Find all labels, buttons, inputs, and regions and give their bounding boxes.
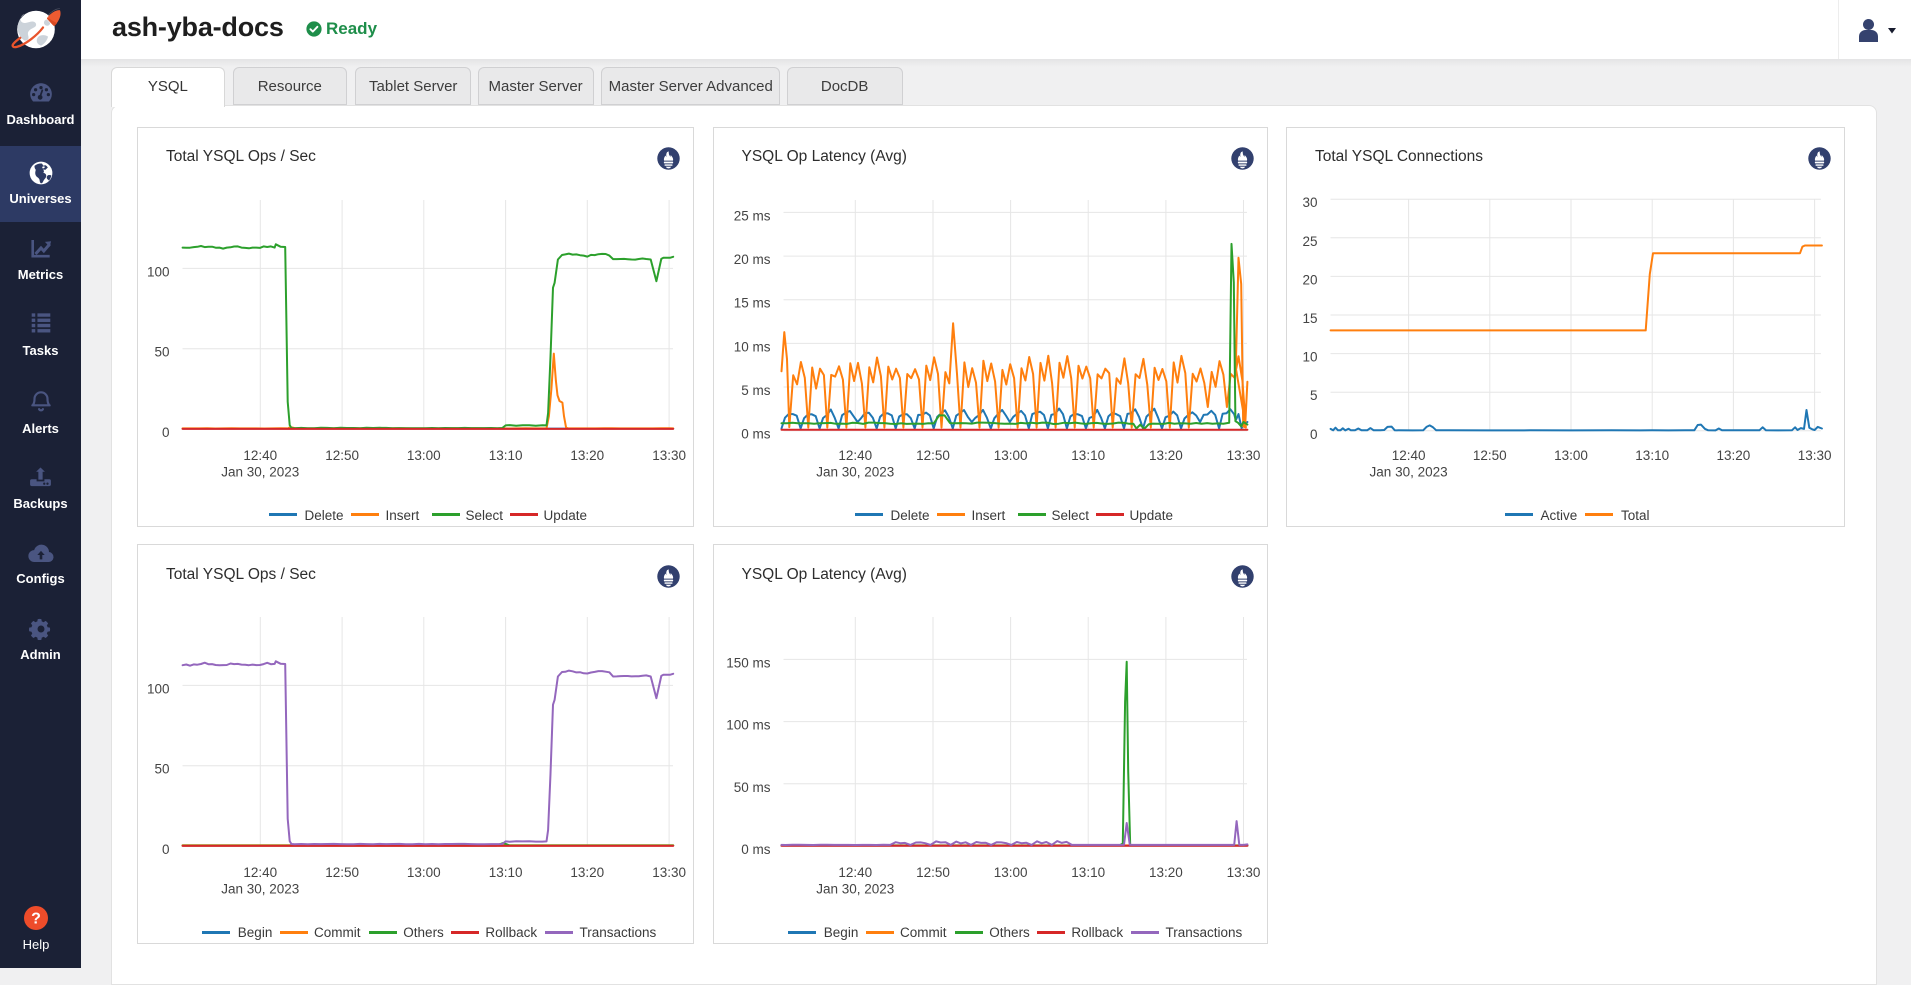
svg-text:12:40: 12:40 [243, 865, 277, 880]
svg-text:50 ms: 50 ms [733, 780, 770, 795]
svg-text:12:50: 12:50 [325, 448, 359, 463]
svg-text:13:10: 13:10 [1071, 448, 1105, 463]
svg-text:13:00: 13:00 [1554, 448, 1588, 463]
svg-text:13:20: 13:20 [570, 865, 604, 880]
svg-text:0: 0 [162, 425, 170, 440]
svg-text:0 ms: 0 ms [741, 842, 771, 857]
svg-text:50: 50 [154, 762, 169, 777]
svg-text:Jan 30, 2023: Jan 30, 2023 [816, 464, 894, 479]
svg-text:12:40: 12:40 [243, 448, 277, 463]
svg-text:100: 100 [147, 264, 170, 279]
svg-text:100: 100 [147, 682, 170, 697]
svg-text:?: ? [31, 911, 41, 928]
svg-text:25: 25 [1302, 234, 1317, 249]
svg-text:13:10: 13:10 [489, 865, 523, 880]
svg-text:13:30: 13:30 [1798, 448, 1832, 463]
svg-text:13:00: 13:00 [993, 865, 1027, 880]
svg-text:0: 0 [1310, 427, 1318, 442]
svg-text:25 ms: 25 ms [733, 208, 770, 223]
svg-text:Jan 30, 2023: Jan 30, 2023 [221, 882, 299, 897]
svg-text:13:10: 13:10 [1071, 865, 1105, 880]
svg-text:13:30: 13:30 [1226, 865, 1260, 880]
svg-text:15: 15 [1302, 311, 1317, 326]
svg-text:50: 50 [154, 345, 169, 360]
svg-text:5 ms: 5 ms [741, 383, 771, 398]
svg-text:13:10: 13:10 [1635, 448, 1669, 463]
svg-text:Jan 30, 2023: Jan 30, 2023 [816, 882, 894, 897]
svg-text:13:00: 13:00 [407, 865, 441, 880]
svg-text:13:10: 13:10 [489, 448, 523, 463]
svg-text:12:50: 12:50 [325, 865, 359, 880]
svg-text:13:20: 13:20 [1149, 865, 1183, 880]
svg-text:100 ms: 100 ms [726, 718, 771, 733]
svg-text:12:40: 12:40 [1392, 448, 1426, 463]
svg-text:150 ms: 150 ms [726, 656, 771, 671]
svg-text:12:50: 12:50 [916, 865, 950, 880]
svg-text:12:40: 12:40 [838, 865, 872, 880]
svg-text:Jan 30, 2023: Jan 30, 2023 [221, 464, 299, 479]
svg-text:20: 20 [1302, 272, 1317, 287]
svg-text:13:00: 13:00 [993, 448, 1027, 463]
svg-text:13:30: 13:30 [652, 865, 686, 880]
svg-text:13:20: 13:20 [570, 448, 604, 463]
svg-text:13:00: 13:00 [407, 448, 441, 463]
svg-text:0 ms: 0 ms [741, 427, 771, 442]
svg-text:10 ms: 10 ms [733, 339, 770, 354]
svg-text:12:50: 12:50 [916, 448, 950, 463]
svg-text:13:30: 13:30 [652, 448, 686, 463]
svg-text:12:50: 12:50 [1473, 448, 1507, 463]
svg-text:13:20: 13:20 [1149, 448, 1183, 463]
svg-text:Jan 30, 2023: Jan 30, 2023 [1370, 464, 1448, 479]
svg-text:13:20: 13:20 [1717, 448, 1751, 463]
svg-text:30: 30 [1302, 195, 1317, 210]
svg-text:20 ms: 20 ms [733, 252, 770, 267]
svg-text:13:30: 13:30 [1226, 448, 1260, 463]
svg-text:15 ms: 15 ms [733, 296, 770, 311]
svg-text:10: 10 [1302, 349, 1317, 364]
svg-text:0: 0 [162, 842, 170, 857]
svg-text:12:40: 12:40 [838, 448, 872, 463]
svg-text:5: 5 [1310, 388, 1318, 403]
